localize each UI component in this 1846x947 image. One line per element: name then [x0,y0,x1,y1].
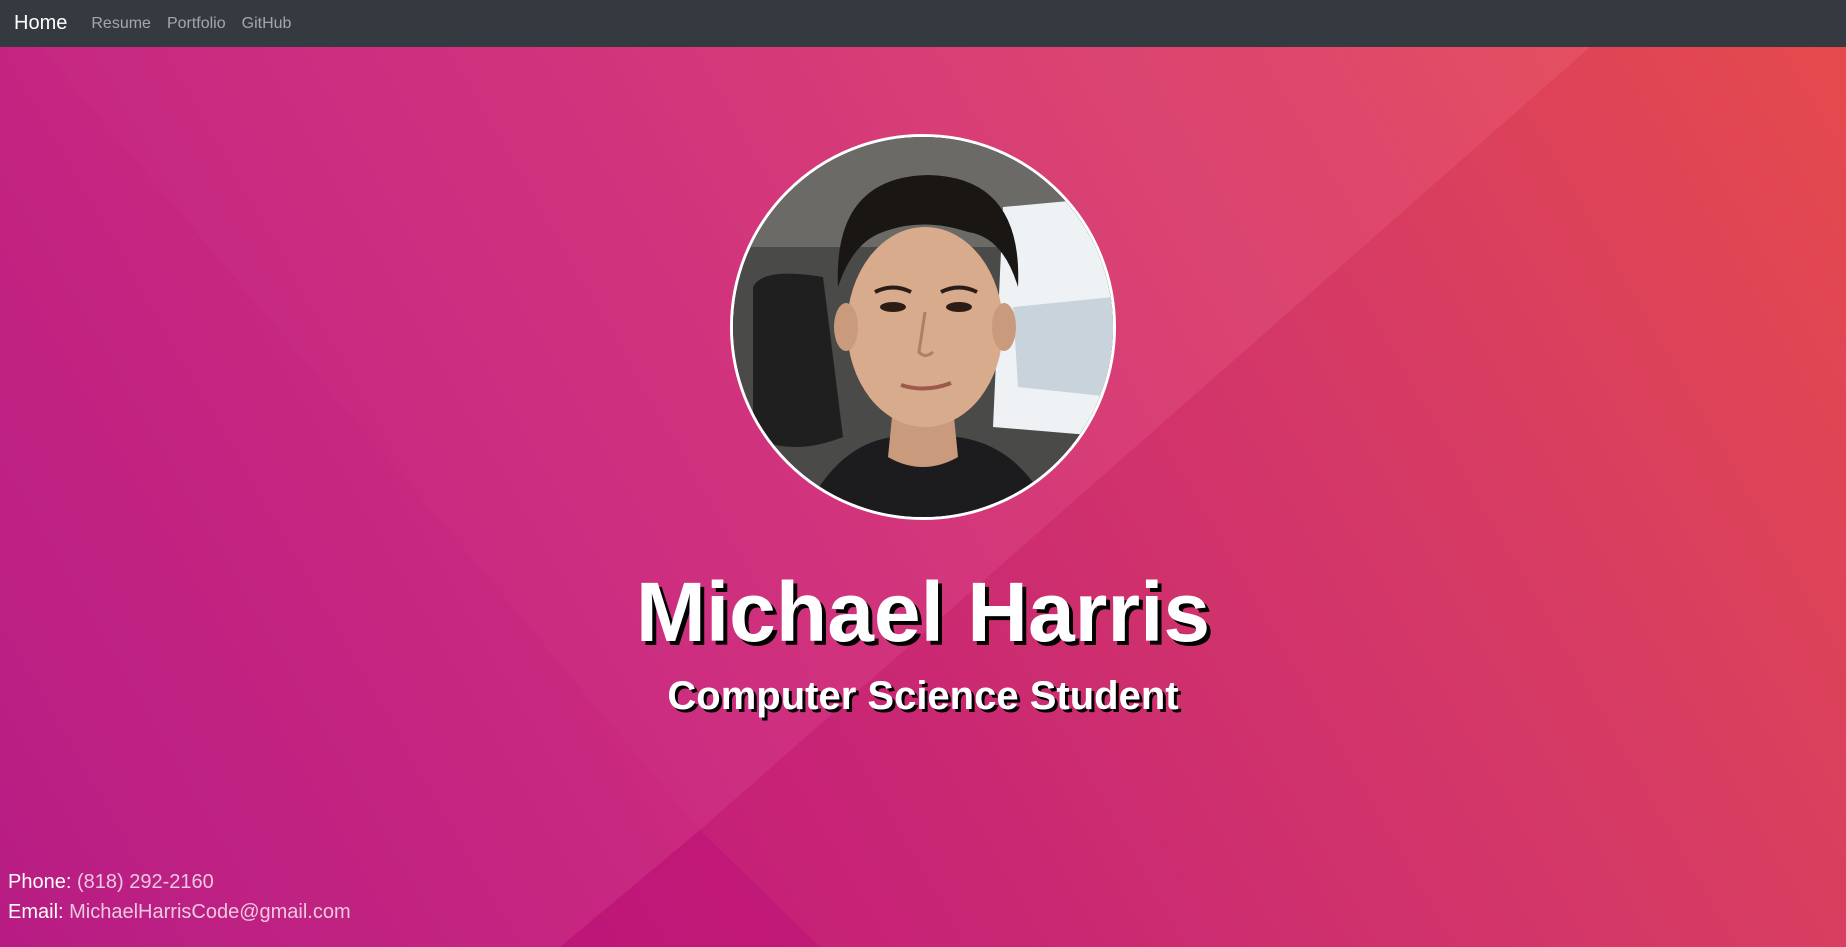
profile-avatar [730,134,1116,520]
nav-github-link[interactable]: GitHub [242,15,292,33]
nav-portfolio-link[interactable]: Portfolio [167,15,226,33]
phone-label: Phone: [8,871,72,893]
profile-photo-image [733,137,1113,517]
phone-value[interactable]: (818) 292-2160 [77,871,214,893]
hero-name: Michael Harris [635,565,1211,659]
nav-resume-link[interactable]: Resume [91,15,151,33]
email-label: Email: [8,901,64,923]
hero-subtitle: Computer Science Student [667,674,1179,718]
email-value[interactable]: MichaelHarrisCode@gmail.com [69,901,351,923]
nav-home-link[interactable]: Home [14,12,67,35]
contact-email: Email: MichaelHarrisCode@gmail.com [8,900,351,924]
top-navbar: Home Resume Portfolio GitHub [0,0,1846,47]
contact-phone: Phone: (818) 292-2160 [8,870,214,894]
